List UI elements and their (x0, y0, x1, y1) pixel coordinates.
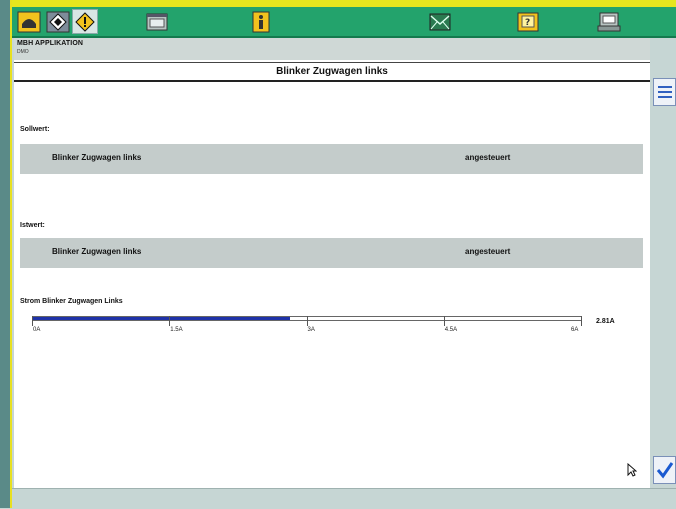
sollwert-row: Blinker Zugwagen links angesteuert (20, 144, 643, 174)
diagnosis-icon (46, 11, 70, 32)
message-icon (429, 13, 451, 30)
window-top-border (0, 0, 676, 7)
sollwert-state: angesteuert (465, 153, 511, 162)
warning-diamond-icon (75, 11, 95, 32)
help-icon: ? (517, 12, 539, 31)
meter-tick-label: 0A (33, 327, 41, 333)
istwert-state: angesteuert (465, 247, 511, 256)
message-button[interactable] (427, 9, 453, 34)
meter-tick-label: 3A (307, 327, 315, 333)
confirm-button[interactable] (653, 456, 676, 484)
window-left-border (0, 0, 12, 508)
info-button[interactable] (248, 9, 274, 34)
app-title: MBH APPLIKATION (17, 40, 84, 47)
vehicle-button[interactable] (16, 9, 42, 34)
help-button[interactable]: ? (515, 9, 541, 34)
meter-tick-label: 6A (571, 327, 579, 333)
istwert-label: Istwert: (20, 222, 45, 229)
diagnosis-button[interactable] (45, 9, 71, 34)
list-icon (657, 86, 672, 98)
meter-tick (32, 316, 33, 326)
sollwert-label: Sollwert: (20, 126, 50, 133)
warning-button[interactable] (72, 9, 98, 34)
current-meter-fill (33, 317, 290, 320)
istwert-row: Blinker Zugwagen links angesteuert (20, 238, 643, 268)
istwert-name: Blinker Zugwagen links (52, 247, 142, 256)
status-bar (12, 488, 676, 509)
page-title: Blinker Zugwagen links (14, 62, 650, 82)
meter-tick (306, 316, 308, 326)
print-icon (597, 12, 621, 31)
meter-tick (169, 316, 171, 326)
sollwert-name: Blinker Zugwagen links (52, 153, 142, 162)
svg-text:?: ? (525, 18, 530, 28)
window-button[interactable] (144, 9, 170, 34)
side-panel (650, 60, 676, 488)
print-button[interactable] (596, 9, 622, 34)
checkmark-icon (656, 462, 673, 479)
window-icon (146, 13, 168, 30)
info-icon (252, 11, 270, 32)
mouse-cursor-icon (627, 463, 637, 477)
main-content: Blinker Zugwagen links Sollwert: Blinker… (14, 60, 650, 488)
meter-value: 2.81A (596, 318, 615, 325)
vehicle-icon (17, 11, 41, 32)
app-header: MBH APPLIKATION DMO (14, 38, 650, 60)
meter-tick (443, 316, 445, 326)
app-subtitle: DMO (17, 49, 29, 55)
main-toolbar: ? (12, 7, 676, 38)
meter-tick (581, 316, 582, 326)
meter-label: Strom Blinker Zugwagen Links (20, 298, 123, 305)
list-button[interactable] (653, 78, 676, 106)
meter-tick-label: 4.5A (444, 327, 458, 333)
meter-tick-label: 1.5A (170, 327, 183, 333)
